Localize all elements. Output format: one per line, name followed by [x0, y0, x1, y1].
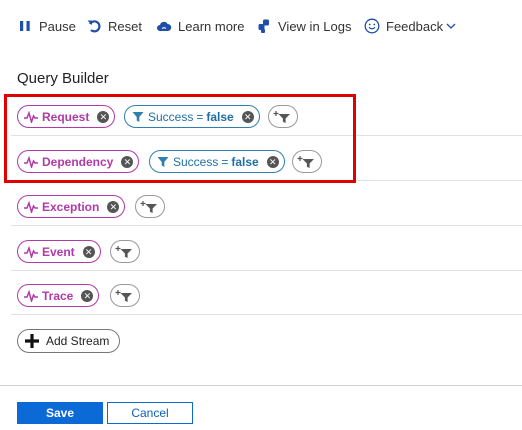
learn-more-link[interactable]: Learn more — [156, 18, 244, 34]
stream-label: Trace — [42, 288, 74, 303]
learn-more-label: Learn more — [178, 18, 245, 34]
remove-stream-icon[interactable]: ✕ — [82, 245, 95, 258]
reset-icon — [87, 20, 101, 33]
pulse-icon — [24, 200, 38, 213]
pause-label: Pause — [39, 18, 76, 34]
add-filter-icon — [115, 289, 132, 302]
stream-pill-trace[interactable]: Trace ✕ — [17, 284, 100, 307]
reset-button[interactable]: Reset — [86, 18, 142, 34]
logs-icon — [258, 19, 269, 33]
smiley-icon — [364, 18, 380, 34]
stream-row: Trace ✕ — [0, 275, 522, 315]
feedback-label: Feedback — [386, 18, 444, 34]
reset-label: Reset — [108, 18, 142, 34]
query-builder-title: Query Builder — [17, 70, 109, 87]
pulse-icon — [24, 289, 38, 302]
stream-row: Event ✕ — [0, 231, 522, 271]
pause-icon — [20, 21, 30, 31]
view-in-logs-button[interactable]: View in Logs — [256, 18, 351, 34]
pause-button[interactable]: Pause — [17, 18, 76, 34]
add-stream-label: Add Stream — [46, 334, 110, 348]
stream-pill-exception[interactable]: Exception ✕ — [17, 195, 126, 218]
cloud-book-icon — [157, 21, 172, 31]
toolbar: Pause Reset Learn more View in Logs Feed… — [0, 0, 522, 56]
stream-pill-event[interactable]: Event ✕ — [17, 240, 101, 263]
remove-stream-icon[interactable]: ✕ — [107, 200, 120, 213]
remove-stream-icon[interactable]: ✕ — [81, 289, 94, 302]
plus-icon — [25, 334, 39, 348]
footer-divider — [0, 385, 522, 386]
view-in-logs-label: View in Logs — [278, 18, 352, 34]
highlight-box — [4, 94, 356, 183]
stream-row: Exception ✕ — [0, 186, 522, 226]
save-button[interactable]: Save — [17, 402, 103, 424]
add-filter-icon — [140, 200, 157, 213]
add-filter-button[interactable] — [110, 284, 140, 307]
add-stream-button[interactable]: Add Stream — [17, 329, 121, 353]
feedback-dropdown[interactable]: Feedback — [364, 18, 456, 34]
stream-label: Exception — [42, 199, 100, 214]
add-filter-icon — [115, 245, 132, 258]
add-filter-button[interactable] — [110, 240, 140, 263]
cancel-button[interactable]: Cancel — [107, 402, 193, 424]
add-filter-button[interactable] — [135, 195, 165, 218]
stream-label: Event — [42, 244, 75, 259]
chevron-down-icon — [446, 23, 456, 29]
pulse-icon — [24, 245, 38, 258]
